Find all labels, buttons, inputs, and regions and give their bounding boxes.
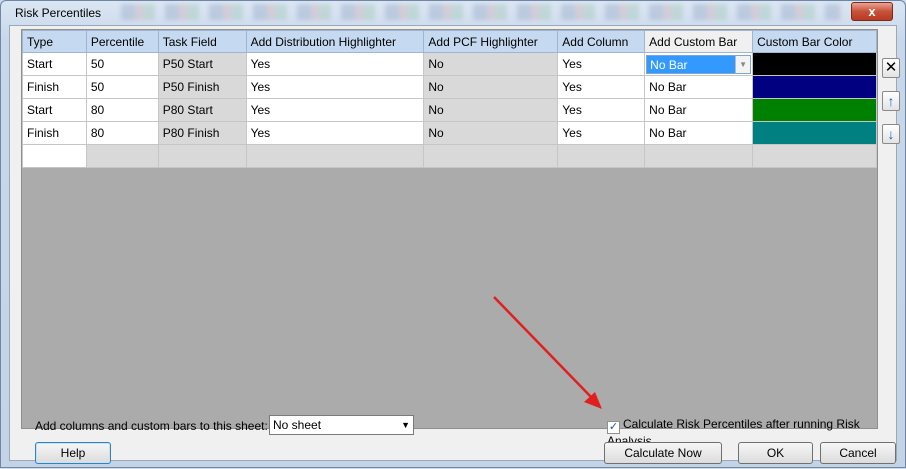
column-header-task-field[interactable]: Task Field [157, 30, 247, 53]
cell-new [157, 144, 247, 168]
calculate-now-button[interactable]: Calculate Now [604, 442, 722, 464]
cell-pcf-highlighter: No [423, 121, 559, 145]
title-bar: Risk Percentiles x [1, 1, 905, 25]
cell-type[interactable]: Finish [22, 75, 87, 99]
chevron-down-icon: ▼ [401, 420, 410, 430]
cell-custom-bar-color[interactable] [752, 121, 877, 145]
help-button[interactable]: Help [35, 442, 111, 464]
cell-pcf-highlighter: No [423, 52, 559, 76]
cell-distribution-highlighter[interactable]: Yes [245, 75, 425, 99]
cell-percentile[interactable]: 80 [85, 121, 159, 145]
cell-distribution-highlighter[interactable]: Yes [245, 98, 425, 122]
ok-button[interactable]: OK [738, 442, 813, 464]
risk-percentiles-dialog: Risk Percentiles x Type Percentile Task … [0, 0, 906, 468]
cell-pcf-highlighter: No [423, 98, 559, 122]
cell-custom-bar-color[interactable] [752, 52, 877, 76]
cell-task-field: P80 Finish [157, 121, 247, 145]
cell-add-column[interactable]: Yes [557, 98, 646, 122]
percentiles-table: Type Percentile Task Field Add Distribut… [22, 30, 877, 168]
cell-task-field: P50 Start [157, 52, 247, 76]
table-row: Start 80 P80 Start Yes No Yes No Bar [22, 98, 877, 122]
cell-add-custom-bar[interactable]: No Bar ▼ [644, 52, 754, 76]
cell-custom-bar-color[interactable] [752, 98, 877, 122]
dialog-title: Risk Percentiles [15, 6, 102, 20]
cell-new [752, 144, 877, 168]
cell-add-custom-bar[interactable]: No Bar [644, 98, 754, 122]
cell-add-column[interactable]: Yes [557, 52, 646, 76]
cell-task-field: P80 Start [157, 98, 247, 122]
cell-distribution-highlighter[interactable]: Yes [245, 52, 425, 76]
table-header-row: Type Percentile Task Field Add Distribut… [22, 30, 877, 53]
cell-type[interactable]: Start [22, 52, 87, 76]
cell-add-column[interactable]: Yes [557, 121, 646, 145]
percentiles-grid: Type Percentile Task Field Add Distribut… [21, 29, 878, 429]
cancel-button[interactable]: Cancel [820, 442, 896, 464]
blurred-background [121, 4, 841, 20]
column-header-type[interactable]: Type [22, 30, 87, 53]
column-header-custom-bar-color[interactable]: Custom Bar Color [752, 30, 877, 53]
cell-percentile[interactable]: 50 [85, 52, 159, 76]
cell-task-field: P50 Finish [157, 75, 247, 99]
custom-bar-dropdown[interactable]: No Bar ▼ [646, 54, 752, 74]
move-up-button[interactable]: ↑ [882, 91, 900, 111]
cell-type[interactable]: Start [22, 98, 87, 122]
sheet-selector-label: Add columns and custom bars to this shee… [35, 419, 268, 433]
table-row: Start 50 P50 Start Yes No Yes No Bar ▼ [22, 52, 877, 76]
sheet-select-value: No sheet [273, 418, 322, 432]
cell-add-custom-bar[interactable]: No Bar [644, 75, 754, 99]
cell-add-column[interactable]: Yes [557, 75, 646, 99]
cell-new [423, 144, 559, 168]
arrow-up-icon: ↑ [887, 93, 895, 109]
cell-type[interactable]: Finish [22, 121, 87, 145]
cell-new [644, 144, 754, 168]
table-row: Finish 50 P50 Finish Yes No Yes No Bar [22, 75, 877, 99]
column-header-distribution-highlighter[interactable]: Add Distribution Highlighter [245, 30, 425, 53]
table-row-new [22, 144, 877, 168]
cell-new [557, 144, 646, 168]
table-row: Finish 80 P80 Finish Yes No Yes No Bar [22, 121, 877, 145]
cell-percentile[interactable]: 80 [85, 98, 159, 122]
delete-row-button[interactable]: ✕ [882, 58, 900, 78]
custom-bar-dropdown-value: No Bar [650, 57, 688, 72]
cell-new [245, 144, 425, 168]
move-down-button[interactable]: ↓ [882, 124, 900, 144]
cell-add-custom-bar[interactable]: No Bar [644, 121, 754, 145]
cell-new-type[interactable] [22, 144, 87, 168]
cell-percentile[interactable]: 50 [85, 75, 159, 99]
column-header-pcf-highlighter[interactable]: Add PCF Highlighter [423, 30, 559, 53]
cell-distribution-highlighter[interactable]: Yes [245, 121, 425, 145]
chevron-down-icon[interactable]: ▼ [735, 55, 751, 73]
cell-custom-bar-color[interactable] [752, 75, 877, 99]
column-header-add-column[interactable]: Add Column [557, 30, 646, 53]
cell-new [85, 144, 159, 168]
column-header-percentile[interactable]: Percentile [85, 30, 159, 53]
arrow-down-icon: ↓ [887, 126, 895, 142]
sheet-select[interactable]: No sheet ▼ [269, 415, 414, 435]
cell-pcf-highlighter: No [423, 75, 559, 99]
calculate-after-analysis-checkbox[interactable]: ✓ [607, 421, 620, 434]
close-icon: ✕ [884, 59, 898, 76]
column-header-add-custom-bar[interactable]: Add Custom Bar [644, 30, 754, 53]
close-window-button[interactable]: x [851, 2, 893, 21]
